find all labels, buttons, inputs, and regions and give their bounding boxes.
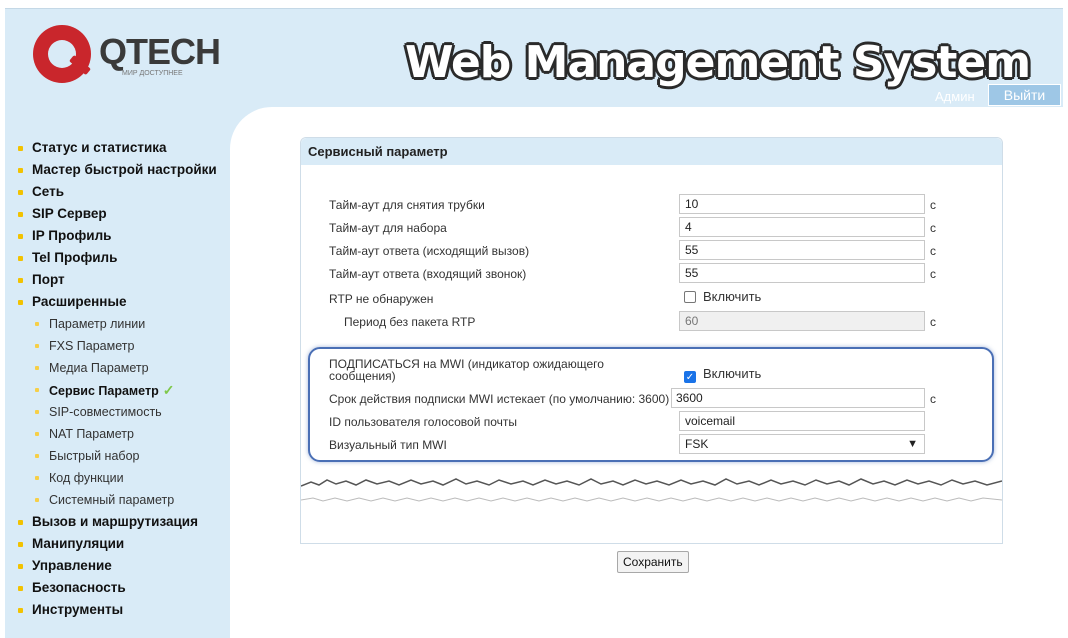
mwi-type-label: Визуальный тип MWI xyxy=(329,438,447,452)
sidebar-nav: Статус и статистика Мастер быстрой настр… xyxy=(18,137,233,621)
sidebar-subitem-line-param[interactable]: Параметр линии xyxy=(18,313,233,335)
sidebar-subitem-fxs-param[interactable]: FXS Параметр xyxy=(18,335,233,357)
unit-label: с xyxy=(930,315,936,329)
rtp-period-label: Период без пакета RTP xyxy=(344,315,476,329)
mwi-subscribe-label: ПОДПИСАТЬСЯ на MWI (индикатор ожидающего… xyxy=(329,357,604,383)
sidebar-subitem-sip-compat[interactable]: SIP-совместимость xyxy=(18,401,233,423)
sidebar-item-call-routing[interactable]: Вызов и маршрутизация xyxy=(18,511,233,533)
voicemail-id-label: ID пользователя голосовой почты xyxy=(329,415,518,429)
sidebar-item-management[interactable]: Управление xyxy=(18,555,233,577)
mwi-type-value: FSK xyxy=(685,437,709,451)
sidebar-subitem-service-param-label: Сервис Параметр xyxy=(49,384,159,398)
sidebar-subitem-media-param[interactable]: Медиа Параметр xyxy=(18,357,233,379)
sidebar-subitem-service-param[interactable]: Сервис Параметр ✓ xyxy=(18,379,233,401)
service-param-panel: Сервисный параметр Тайм-аут для снятия т… xyxy=(300,137,1003,544)
sidebar-item-sip-server[interactable]: SIP Сервер xyxy=(18,203,233,225)
mwi-enable-checkbox[interactable]: ✓ Включить xyxy=(684,366,761,383)
save-button[interactable]: Сохранить xyxy=(617,551,689,573)
answer-in-timeout-input[interactable] xyxy=(679,263,925,283)
mwi-expire-input[interactable] xyxy=(671,388,925,408)
user-name: Админ xyxy=(935,89,975,104)
voicemail-id-row: ID пользователя голосовой почты xyxy=(301,411,1002,433)
sidebar-subitem-speed-dial[interactable]: Быстрый набор xyxy=(18,445,233,467)
sidebar-item-port[interactable]: Порт xyxy=(18,269,233,291)
offhook-timeout-row: Тайм-аут для снятия трубки с xyxy=(301,194,1002,216)
offhook-timeout-input[interactable] xyxy=(679,194,925,214)
unit-label: с xyxy=(930,244,936,258)
answer-out-timeout-row: Тайм-аут ответа (исходящий вызов) с xyxy=(301,240,1002,262)
rtp-period-input xyxy=(679,311,925,331)
unit-label: с xyxy=(930,221,936,235)
rtp-detect-row: RTP не обнаружен Включить xyxy=(301,288,1002,310)
answer-in-timeout-row: Тайм-аут ответа (входящий звонок) с xyxy=(301,263,1002,285)
checkbox-checked-icon: ✓ xyxy=(684,371,696,383)
mwi-subscribe-row: ПОДПИСАТЬСЯ на MWI (индикатор ожидающего… xyxy=(301,356,1002,388)
panel-title: Сервисный параметр xyxy=(301,138,1002,165)
sidebar-item-manipulation[interactable]: Манипуляции xyxy=(18,533,233,555)
logo-tagline: МИР ДОСТУПНЕЕ xyxy=(122,70,183,77)
sidebar-item-status[interactable]: Статус и статистика xyxy=(18,137,233,159)
site-title: Web Management System xyxy=(405,37,1031,88)
sidebar-subitem-feature-code[interactable]: Код функции xyxy=(18,467,233,489)
logo-mark-icon xyxy=(33,25,91,83)
offhook-timeout-label: Тайм-аут для снятия трубки xyxy=(329,198,485,212)
mwi-enable-label: Включить xyxy=(703,366,762,381)
dial-timeout-input[interactable] xyxy=(679,217,925,237)
dial-timeout-row: Тайм-аут для набора с xyxy=(301,217,1002,239)
answer-out-timeout-input[interactable] xyxy=(679,240,925,260)
sidebar-item-advanced[interactable]: Расширенные xyxy=(18,291,233,313)
checkbox-icon xyxy=(684,291,696,303)
qtech-logo: QTECH МИР ДОСТУПНЕЕ xyxy=(33,23,221,95)
mwi-expire-label: Срок действия подписки MWI истекает (по … xyxy=(329,392,670,406)
dial-timeout-label: Тайм-аут для набора xyxy=(329,221,447,235)
logout-button[interactable]: Выйти xyxy=(988,84,1061,106)
sidebar-item-tel-profile[interactable]: Tel Профиль xyxy=(18,247,233,269)
mwi-type-row: Визуальный тип MWI FSK ▼ xyxy=(301,434,1002,456)
mwi-expire-row: Срок действия подписки MWI истекает (по … xyxy=(301,388,1002,410)
unit-label: с xyxy=(930,392,936,406)
unit-label: с xyxy=(930,198,936,212)
unit-label: с xyxy=(930,267,936,281)
sidebar-item-network[interactable]: Сеть xyxy=(18,181,233,203)
rtp-enable-label: Включить xyxy=(703,289,762,304)
header: QTECH МИР ДОСТУПНЕЕ Web Management Syste… xyxy=(5,8,1063,108)
torn-edge-divider xyxy=(301,478,1002,502)
sidebar-item-tools[interactable]: Инструменты xyxy=(18,599,233,621)
logo-text: QTECH xyxy=(99,31,221,72)
voicemail-id-input[interactable] xyxy=(679,411,925,431)
rtp-enable-checkbox[interactable]: Включить xyxy=(684,289,761,304)
chevron-down-icon: ▼ xyxy=(907,438,918,450)
rtp-detect-label: RTP не обнаружен xyxy=(329,292,434,306)
rtp-period-row: Период без пакета RTP с xyxy=(301,311,1002,333)
sidebar-item-quick-setup[interactable]: Мастер быстрой настройки xyxy=(18,159,233,181)
answer-in-timeout-label: Тайм-аут ответа (входящий звонок) xyxy=(329,267,527,281)
answer-out-timeout-label: Тайм-аут ответа (исходящий вызов) xyxy=(329,244,530,258)
sidebar-subitem-nat-param[interactable]: NAT Параметр xyxy=(18,423,233,445)
checkmark-icon: ✓ xyxy=(162,382,175,398)
sidebar-item-ip-profile[interactable]: IP Профиль xyxy=(18,225,233,247)
sidebar-subitem-system-param[interactable]: Системный параметр xyxy=(18,489,233,511)
sidebar-item-security[interactable]: Безопасность xyxy=(18,577,233,599)
mwi-type-select[interactable]: FSK ▼ xyxy=(679,434,925,454)
